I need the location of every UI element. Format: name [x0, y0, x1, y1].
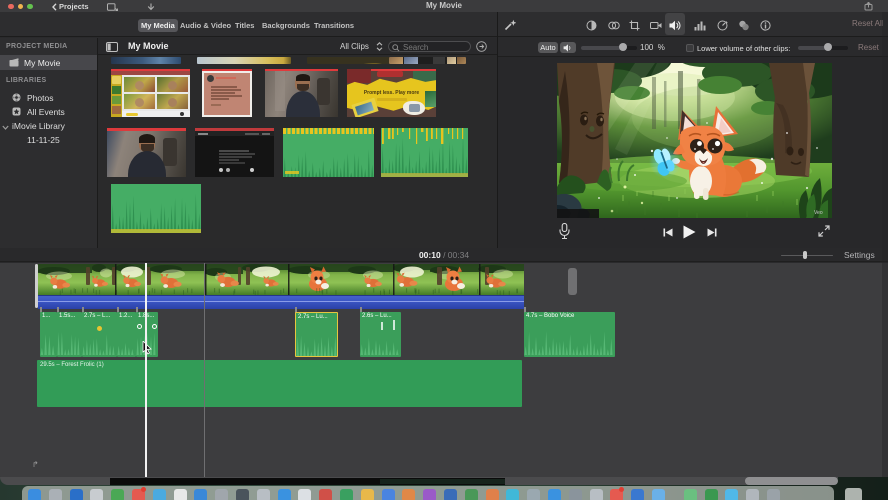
svg-text:Veo: Veo: [814, 210, 823, 216]
